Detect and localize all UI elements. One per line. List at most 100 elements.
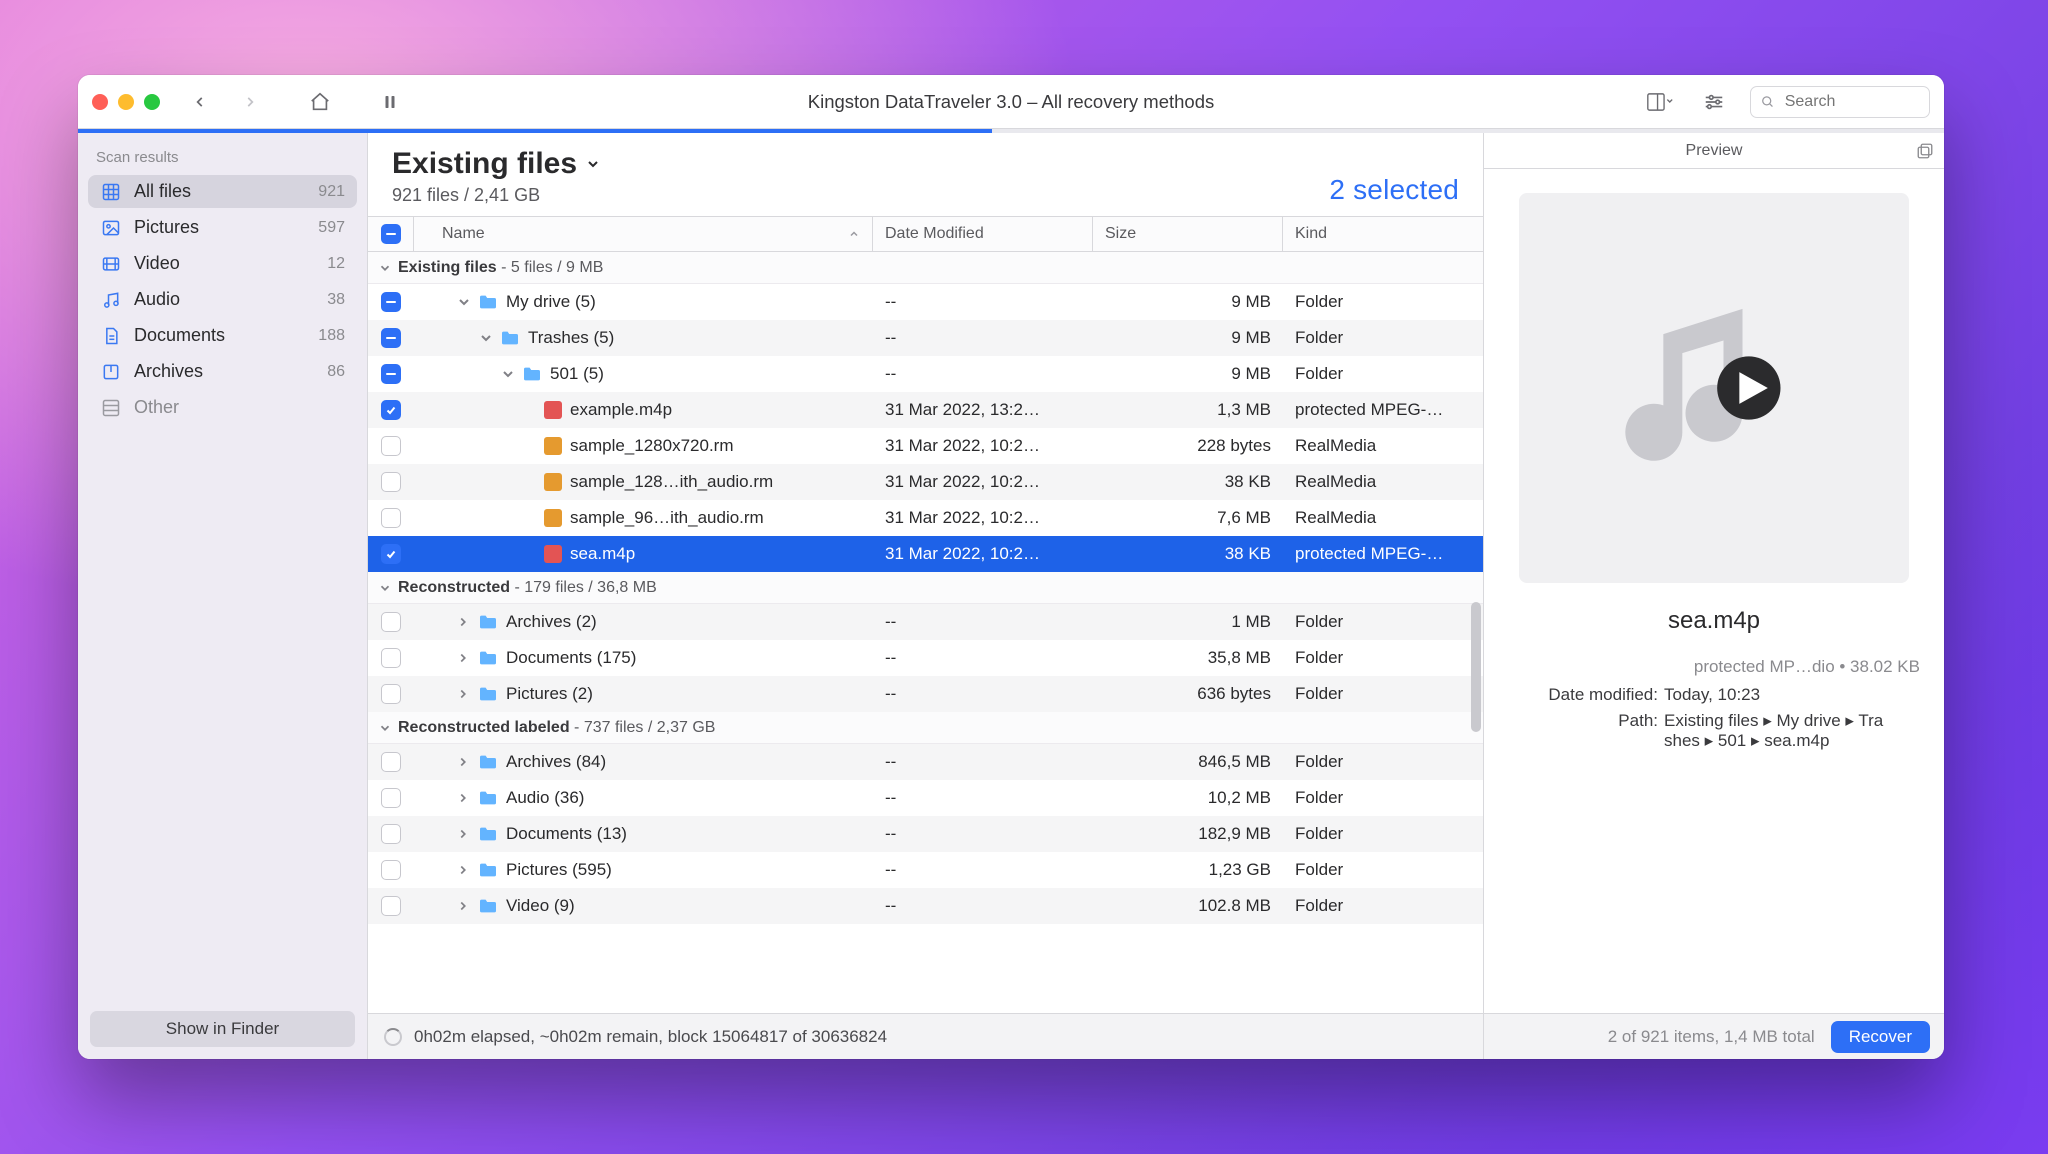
preview-kind-size: protected MP…dio • 38.02 KB	[1508, 657, 1920, 677]
file-date: 31 Mar 2022, 10:2…	[873, 436, 1093, 456]
file-rows[interactable]: Existing files - 5 files / 9 MBMy drive …	[368, 252, 1483, 1013]
folder-row[interactable]: Pictures (2)--636 bytesFolder	[368, 676, 1483, 712]
column-size[interactable]: Size	[1093, 217, 1283, 251]
recover-button[interactable]: Recover	[1831, 1021, 1930, 1053]
checkbox[interactable]	[381, 824, 401, 844]
preview-filename: sea.m4p	[1668, 607, 1760, 635]
pause-icon	[381, 93, 399, 111]
file-row[interactable]: example.m4p31 Mar 2022, 13:2…1,3 MBprote…	[368, 392, 1483, 428]
checkbox[interactable]	[381, 436, 401, 456]
selected-count[interactable]: 2 selected	[1329, 174, 1459, 206]
sidebar-item-pictures[interactable]: Pictures597	[88, 211, 357, 244]
checkbox[interactable]	[381, 896, 401, 916]
file-date: --	[873, 896, 1093, 916]
disclosure-triangle[interactable]	[500, 366, 514, 382]
checkbox[interactable]	[381, 544, 401, 564]
sidebar-item-video[interactable]: Video12	[88, 247, 357, 280]
scrollbar-thumb[interactable]	[1471, 602, 1481, 732]
file-date: --	[873, 684, 1093, 704]
file-row[interactable]: sample_1280x720.rm31 Mar 2022, 10:2…228 …	[368, 428, 1483, 464]
file-row[interactable]: sea.m4p31 Mar 2022, 10:2…38 KBprotected …	[368, 536, 1483, 572]
header-checkbox[interactable]	[368, 217, 414, 251]
list-title[interactable]: Existing files	[392, 147, 601, 181]
disclosure-triangle[interactable]	[456, 791, 470, 805]
checkbox[interactable]	[381, 328, 401, 348]
folder-row[interactable]: My drive (5)--9 MBFolder	[368, 284, 1483, 320]
disclosure-triangle[interactable]	[456, 651, 470, 665]
minimize-window-button[interactable]	[118, 94, 134, 110]
folder-row[interactable]: Video (9)--102.8 MBFolder	[368, 888, 1483, 924]
file-size: 102.8 MB	[1093, 896, 1283, 916]
sidebar: Scan results All files921Pictures597Vide…	[78, 133, 368, 1059]
sidebar-item-label: Archives	[134, 361, 203, 382]
checkbox[interactable]	[381, 648, 401, 668]
folder-row[interactable]: Trashes (5)--9 MBFolder	[368, 320, 1483, 356]
disclosure-triangle[interactable]	[456, 899, 470, 913]
disclosure-triangle[interactable]	[456, 863, 470, 877]
folder-row[interactable]: Documents (175)--35,8 MBFolder	[368, 640, 1483, 676]
chevron-down-icon	[378, 261, 392, 275]
home-button[interactable]	[302, 84, 338, 120]
chevron-down-icon	[378, 581, 392, 595]
checkbox[interactable]	[381, 292, 401, 312]
folder-row[interactable]: Audio (36)--10,2 MBFolder	[368, 780, 1483, 816]
disclosure-triangle[interactable]	[456, 755, 470, 769]
file-date: 31 Mar 2022, 10:2…	[873, 472, 1093, 492]
chevron-down-icon	[378, 721, 392, 735]
checkbox[interactable]	[381, 684, 401, 704]
checkbox[interactable]	[381, 788, 401, 808]
checkbox[interactable]	[381, 508, 401, 528]
sidebar-item-other[interactable]: Other	[88, 391, 357, 424]
file-name: Documents (175)	[506, 648, 636, 668]
file-kind: Folder	[1283, 788, 1483, 808]
view-options-button[interactable]	[1642, 84, 1678, 120]
image-icon	[100, 218, 122, 238]
group-header[interactable]: Reconstructed labeled - 737 files / 2,37…	[368, 712, 1483, 744]
disclosure-triangle[interactable]	[478, 330, 492, 346]
sidebar-item-audio[interactable]: Audio38	[88, 283, 357, 316]
checkbox[interactable]	[381, 400, 401, 420]
filters-button[interactable]	[1696, 84, 1732, 120]
expand-preview-button[interactable]	[1916, 142, 1934, 160]
sidebar-item-documents[interactable]: Documents188	[88, 319, 357, 352]
sidebar-item-archives[interactable]: Archives86	[88, 355, 357, 388]
forward-button[interactable]	[232, 84, 268, 120]
pause-scan-button[interactable]	[372, 84, 408, 120]
folder-row[interactable]: Archives (2)--1 MBFolder	[368, 604, 1483, 640]
folder-row[interactable]: Archives (84)--846,5 MBFolder	[368, 744, 1483, 780]
group-header[interactable]: Existing files - 5 files / 9 MB	[368, 252, 1483, 284]
show-in-finder-button[interactable]: Show in Finder	[90, 1011, 355, 1047]
folder-row[interactable]: 501 (5)--9 MBFolder	[368, 356, 1483, 392]
close-window-button[interactable]	[92, 94, 108, 110]
preview-thumbnail[interactable]	[1519, 193, 1909, 583]
column-kind[interactable]: Kind	[1283, 217, 1483, 251]
search-field[interactable]	[1750, 86, 1930, 118]
file-kind: RealMedia	[1283, 472, 1483, 492]
folder-row[interactable]: Documents (13)--182,9 MBFolder	[368, 816, 1483, 852]
checkbox[interactable]	[381, 364, 401, 384]
disclosure-triangle[interactable]	[456, 294, 470, 310]
file-date: --	[873, 612, 1093, 632]
disclosure-triangle[interactable]	[456, 827, 470, 841]
search-input[interactable]	[1783, 92, 1919, 112]
folder-row[interactable]: Pictures (595)--1,23 GBFolder	[368, 852, 1483, 888]
checkbox[interactable]	[381, 472, 401, 492]
checkbox[interactable]	[381, 860, 401, 880]
file-name: sample_128…ith_audio.rm	[570, 472, 773, 492]
file-kind: Folder	[1283, 292, 1483, 312]
checkbox[interactable]	[381, 752, 401, 772]
disclosure-triangle[interactable]	[456, 615, 470, 629]
group-header[interactable]: Reconstructed - 179 files / 36,8 MB	[368, 572, 1483, 604]
column-name[interactable]: Name	[414, 217, 873, 251]
column-date[interactable]: Date Modified	[873, 217, 1093, 251]
checkbox[interactable]	[381, 612, 401, 632]
preview-header: Preview	[1484, 133, 1944, 169]
file-kind: RealMedia	[1283, 436, 1483, 456]
back-button[interactable]	[182, 84, 218, 120]
file-row[interactable]: sample_96…ith_audio.rm31 Mar 2022, 10:2……	[368, 500, 1483, 536]
file-row[interactable]: sample_128…ith_audio.rm 31 Mar 2022, 10:2…	[368, 464, 1483, 500]
caret-up-icon	[848, 228, 860, 240]
zoom-window-button[interactable]	[144, 94, 160, 110]
disclosure-triangle[interactable]	[456, 687, 470, 701]
sidebar-item-all-files[interactable]: All files921	[88, 175, 357, 208]
